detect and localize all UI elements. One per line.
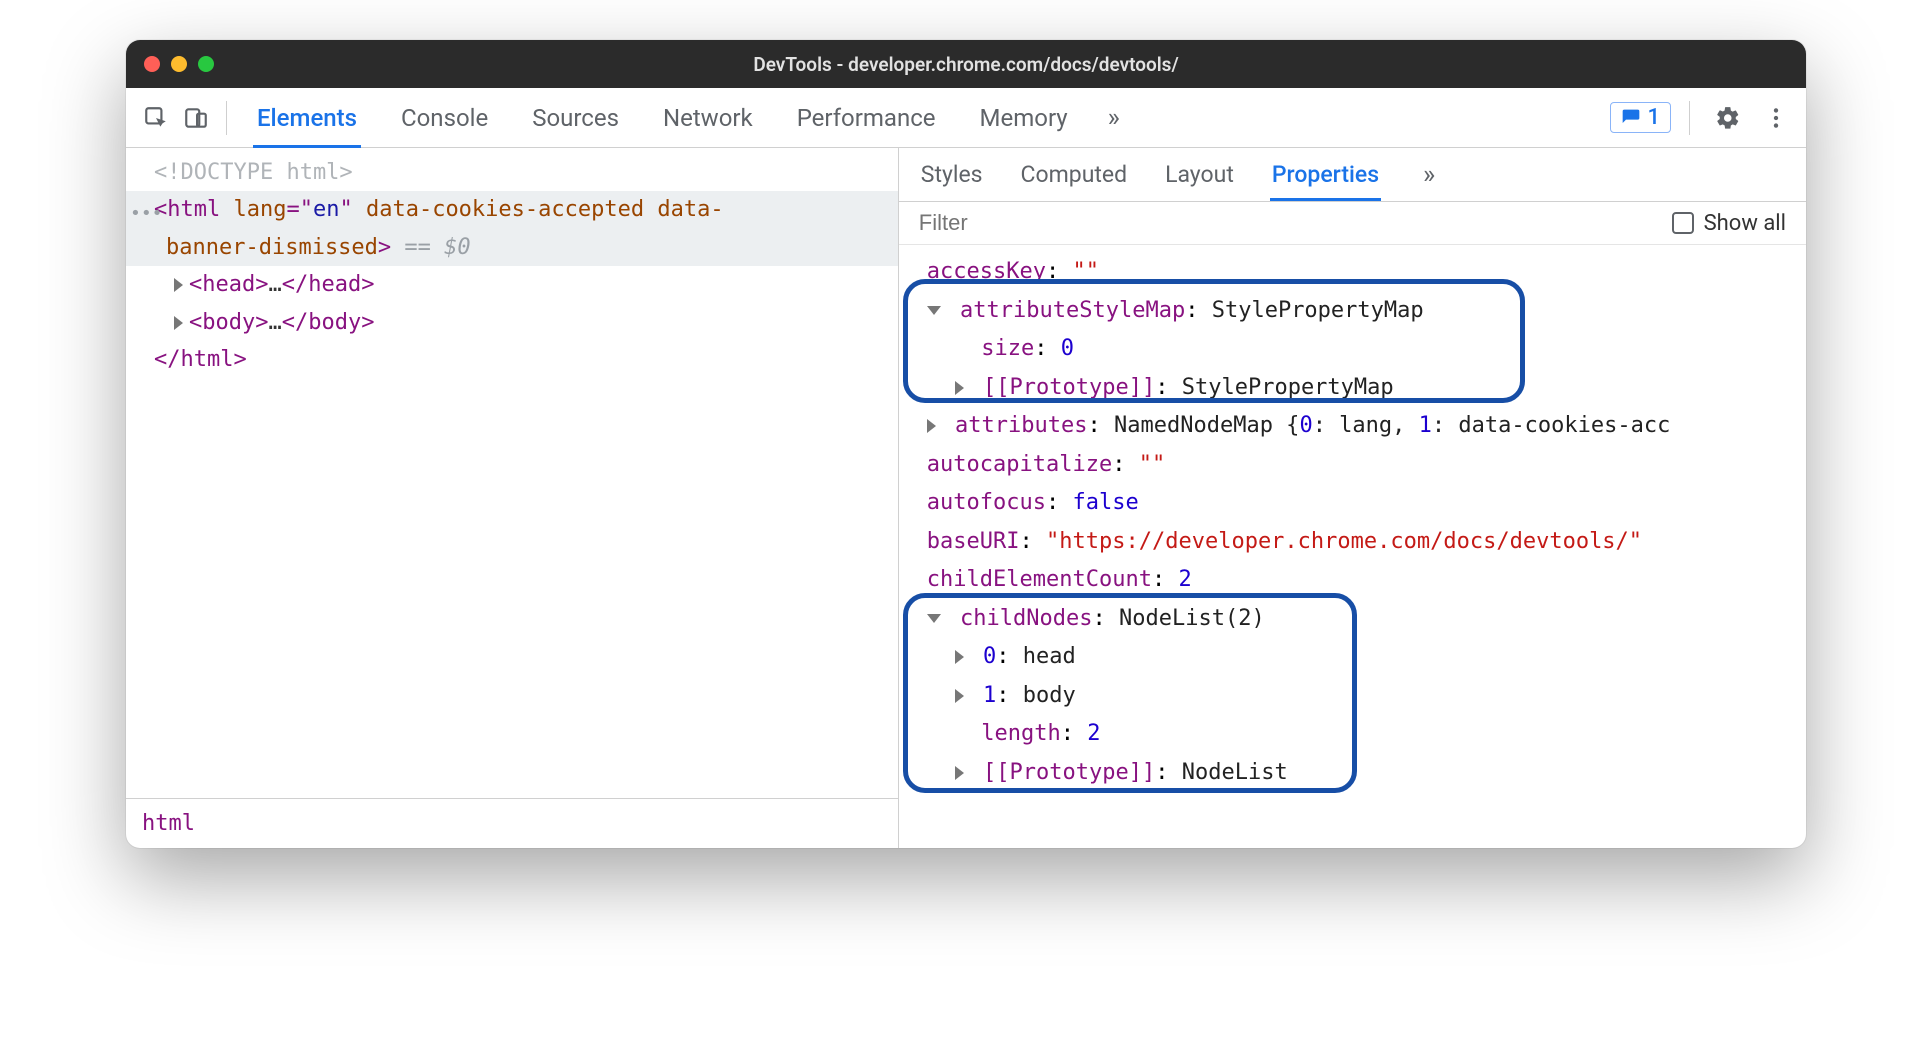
- settings-icon[interactable]: [1708, 98, 1748, 138]
- prop-autocapitalize[interactable]: autocapitalize: "": [903, 446, 1802, 485]
- side-tab-computed[interactable]: Computed: [1019, 149, 1130, 200]
- tab-console[interactable]: Console: [397, 90, 492, 146]
- tab-sources[interactable]: Sources: [528, 90, 623, 146]
- side-tab-layout[interactable]: Layout: [1163, 149, 1236, 200]
- prop-childnodes-0[interactable]: 0: head: [903, 638, 1802, 677]
- doctype-text: <!DOCTYPE html>: [154, 160, 353, 185]
- dom-html-open[interactable]: ••• <html lang="en" data-cookies-accepte…: [126, 191, 898, 228]
- close-window-button[interactable]: [144, 56, 160, 72]
- main-toolbar: Elements Console Sources Network Perform…: [126, 88, 1806, 148]
- toolbar-divider: [226, 101, 227, 135]
- side-tab-properties[interactable]: Properties: [1270, 149, 1381, 200]
- tab-elements[interactable]: Elements: [253, 90, 361, 146]
- tab-network[interactable]: Network: [659, 90, 757, 146]
- breadcrumb[interactable]: html: [126, 798, 898, 848]
- prop-attributes[interactable]: attributes: NamedNodeMap {0: lang, 1: da…: [903, 407, 1802, 446]
- toolbar-right: 1: [1610, 98, 1796, 138]
- prop-childnodes-1[interactable]: 1: body: [903, 677, 1802, 716]
- issues-badge[interactable]: 1: [1610, 102, 1671, 133]
- ellipsis-icon: •••: [130, 199, 163, 230]
- properties-list[interactable]: accessKey: "" attributeStyleMap: StylePr…: [899, 245, 1806, 800]
- dom-head[interactable]: <head>…</head>: [126, 266, 898, 303]
- prop-attributestylemap-proto[interactable]: [[Prototype]]: StylePropertyMap: [903, 369, 1802, 408]
- html-close-text: </html>: [154, 347, 247, 372]
- dom-html-open-2[interactable]: banner-dismissed> == $0: [126, 229, 898, 266]
- side-panel: Styles Computed Layout Properties » Show…: [899, 148, 1806, 848]
- devtools-window: DevTools - developer.chrome.com/docs/dev…: [126, 40, 1806, 848]
- side-tabs-overflow[interactable]: »: [1423, 160, 1435, 190]
- content-split: <!DOCTYPE html> ••• <html lang="en" data…: [126, 148, 1806, 848]
- dom-tree[interactable]: <!DOCTYPE html> ••• <html lang="en" data…: [126, 148, 898, 798]
- expand-arrow-icon[interactable]: [174, 316, 183, 330]
- prop-childnodes-length[interactable]: length: 2: [903, 715, 1802, 754]
- prop-childnodes-proto[interactable]: [[Prototype]]: NodeList: [903, 754, 1802, 793]
- breadcrumb-html: html: [142, 811, 195, 836]
- issues-count: 1: [1647, 105, 1660, 130]
- inspect-icon[interactable]: [136, 98, 176, 138]
- filter-row: Show all: [899, 202, 1806, 245]
- side-tab-styles[interactable]: Styles: [919, 149, 985, 200]
- prop-childelementcount[interactable]: childElementCount: 2: [903, 561, 1802, 600]
- window-title: DevTools - developer.chrome.com/docs/dev…: [144, 53, 1788, 76]
- device-toggle-icon[interactable]: [176, 98, 216, 138]
- more-menu-icon[interactable]: [1756, 98, 1796, 138]
- expand-arrow-icon[interactable]: [174, 278, 183, 292]
- main-tabs: Elements Console Sources Network Perform…: [253, 90, 1610, 146]
- dom-doctype[interactable]: <!DOCTYPE html>: [126, 154, 898, 191]
- toolbar-divider-2: [1689, 101, 1690, 135]
- dom-body[interactable]: <body>…</body>: [126, 304, 898, 341]
- show-all-label: Show all: [1704, 211, 1786, 236]
- prop-baseuri[interactable]: baseURI: "https://developer.chrome.com/d…: [903, 523, 1802, 562]
- show-all-checkbox[interactable]: [1672, 212, 1694, 234]
- minimize-window-button[interactable]: [171, 56, 187, 72]
- main-tabs-overflow[interactable]: »: [1108, 103, 1120, 133]
- prop-childnodes[interactable]: childNodes: NodeList(2): [903, 600, 1802, 639]
- show-all-toggle[interactable]: Show all: [1672, 211, 1786, 236]
- maximize-window-button[interactable]: [198, 56, 214, 72]
- tab-performance[interactable]: Performance: [793, 90, 940, 146]
- dom-panel: <!DOCTYPE html> ••• <html lang="en" data…: [126, 148, 899, 848]
- dom-html-close[interactable]: </html>: [126, 341, 898, 378]
- tab-memory[interactable]: Memory: [976, 90, 1072, 146]
- prop-accesskey[interactable]: accessKey: "": [903, 253, 1802, 292]
- selected-ref: == $0: [404, 235, 470, 260]
- prop-autofocus[interactable]: autofocus: false: [903, 484, 1802, 523]
- properties-list-wrap: accessKey: "" attributeStyleMap: StylePr…: [899, 245, 1806, 848]
- titlebar: DevTools - developer.chrome.com/docs/dev…: [126, 40, 1806, 88]
- prop-attributestylemap[interactable]: attributeStyleMap: StylePropertyMap: [903, 292, 1802, 331]
- side-tabs: Styles Computed Layout Properties »: [899, 148, 1806, 202]
- prop-attributestylemap-size[interactable]: size: 0: [903, 330, 1802, 369]
- traffic-lights: [144, 56, 214, 72]
- filter-input[interactable]: [919, 210, 1119, 236]
